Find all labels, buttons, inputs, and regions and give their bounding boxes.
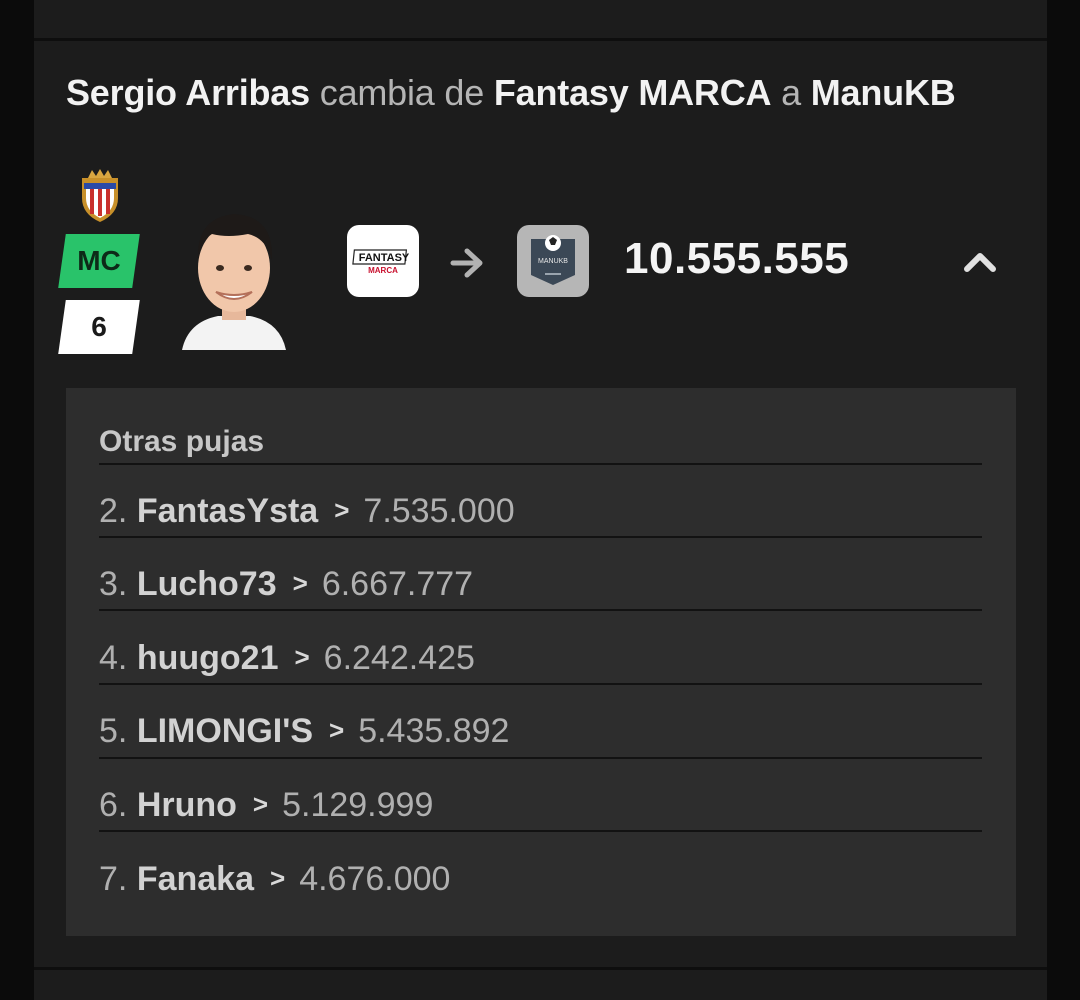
svg-text:MARCA: MARCA xyxy=(368,266,398,275)
manukb-logo-icon: MANUKB xyxy=(531,235,575,285)
headline-connector: a xyxy=(781,72,801,113)
from-team-logo[interactable]: FANTASY MARCA xyxy=(347,225,419,297)
bidder-name[interactable]: LIMONGI'S xyxy=(137,712,313,750)
bids-divider xyxy=(99,463,982,465)
headline-verb: cambia de xyxy=(319,72,485,113)
transfer-price: 10.555.555 xyxy=(624,234,850,283)
bid-amount: 5.129.999 xyxy=(282,786,434,824)
chevron-right-icon: > xyxy=(294,642,310,672)
other-bids-title: Otras pujas xyxy=(99,425,265,458)
bids-divider xyxy=(99,683,982,685)
bid-row: 3. Lucho73 >6.667.777 xyxy=(99,559,473,609)
bid-row: 6. Hruno >5.129.999 xyxy=(99,780,433,830)
svg-text:FANTASY: FANTASY xyxy=(359,252,410,264)
bid-amount: 4.676.000 xyxy=(299,860,451,898)
bidder-name[interactable]: Fanaka xyxy=(137,860,254,898)
to-team-logo[interactable]: MANUKB xyxy=(517,225,589,297)
club-crest-icon xyxy=(82,169,118,222)
player-name[interactable]: Sergio Arribas xyxy=(66,72,310,113)
bids-divider xyxy=(99,609,982,611)
card-divider-top xyxy=(34,38,1047,41)
transfer-headline: Sergio Arribas cambia de Fantasy MARCA a… xyxy=(66,72,1026,114)
player-photo[interactable] xyxy=(178,204,290,350)
to-team-name[interactable]: ManuKB xyxy=(811,72,956,113)
chevron-right-icon: > xyxy=(329,715,345,745)
bid-row: 5. LIMONGI'S >5.435.892 xyxy=(99,706,509,756)
bids-divider xyxy=(99,830,982,832)
bid-rank: 5. xyxy=(99,712,128,750)
bids-divider xyxy=(99,536,982,538)
bids-divider xyxy=(99,757,982,759)
bid-amount: 6.242.425 xyxy=(323,639,475,677)
chevron-up-icon[interactable] xyxy=(962,248,998,274)
bid-amount: 5.435.892 xyxy=(358,712,510,750)
bid-amount: 6.667.777 xyxy=(321,565,474,603)
chevron-right-icon: > xyxy=(252,789,269,819)
bid-row: 4. huugo21 >6.242.425 xyxy=(99,633,475,683)
chevron-right-icon: > xyxy=(270,863,286,893)
bid-row: 2. FantasYsta >7.535.000 xyxy=(99,486,515,536)
fantasy-marca-logo-icon: FANTASY MARCA xyxy=(352,249,410,275)
other-bids-panel: Otras pujas 2. FantasYsta >7.535.000 3. L… xyxy=(66,388,1016,936)
bidder-name[interactable]: Hruno xyxy=(137,786,237,824)
bidder-name[interactable]: huugo21 xyxy=(137,639,279,677)
from-team-name[interactable]: Fantasy MARCA xyxy=(494,72,772,113)
bid-rank: 7. xyxy=(99,860,128,898)
arrow-right-icon xyxy=(450,248,483,278)
bidder-name[interactable]: Lucho73 xyxy=(137,565,277,603)
bid-rank: 4. xyxy=(99,639,128,677)
bid-rank: 2. xyxy=(99,492,128,530)
card-divider-bottom xyxy=(34,967,1047,970)
chevron-right-icon: > xyxy=(334,495,350,525)
bid-rank: 6. xyxy=(99,786,128,824)
bid-rank: 3. xyxy=(99,565,128,603)
chevron-right-icon: > xyxy=(292,568,308,598)
svg-text:MANUKB: MANUKB xyxy=(538,258,568,265)
bid-amount: 7.535.000 xyxy=(363,492,515,530)
position-badge: MC xyxy=(58,234,140,288)
bidder-name[interactable]: FantasYsta xyxy=(137,492,318,530)
bid-row: 7. Fanaka >4.676.000 xyxy=(99,854,450,904)
points-badge: 6 xyxy=(58,300,140,354)
